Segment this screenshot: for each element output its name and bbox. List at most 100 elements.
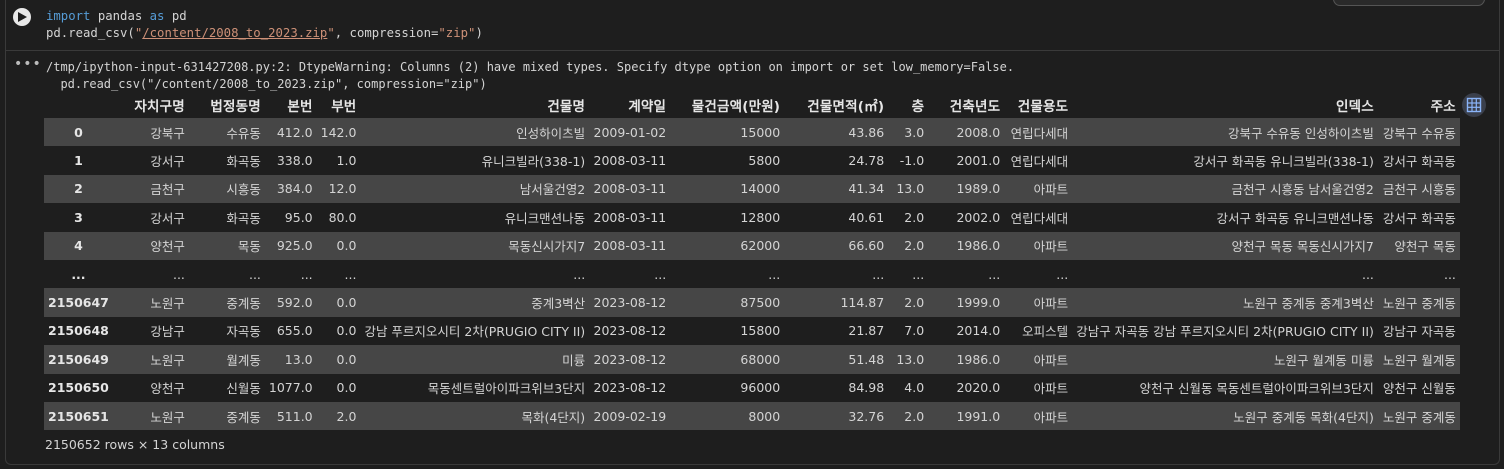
keyword-import: import [46,9,91,23]
table-cell: 0.0 [336,351,357,367]
table-cell: ... [988,266,1001,282]
table-cell: 13.0 [896,181,925,197]
table-cell: 925.0 [276,238,313,254]
row-index: 3 [74,209,83,225]
table-cell: 8000 [748,408,781,424]
table-cell: ... [300,266,313,282]
code-token: " [327,26,335,40]
table-cell: 노원구 중계동 [1382,296,1456,312]
code-token: pandas [90,9,150,23]
table-cell: ... [344,266,357,282]
table-grid-icon[interactable] [1462,93,1486,117]
table-cell: 114.87 [840,295,885,311]
table-cell: 양천구 신월동 [1382,381,1456,397]
table-cell: 연립다세대 [1010,210,1069,226]
dataframe-table: 자치구명 법정동명 본번 부번 건물명 계약일 물건금액(만원) 건물면적(㎡)… [44,92,1460,431]
table-cell: 40.61 [848,209,885,225]
table-row: 2150648 강남구 자곡동 655.0 0.0 강남 푸르지오시티 2차(PRUGIO… [44,316,1460,346]
cell-toolbar[interactable] [1333,0,1485,6]
table-cell: 강남구 자곡동 [1382,324,1456,340]
column-header: 건물용도 [1017,99,1069,115]
table-cell: 24.78 [848,153,885,169]
row-index: 2150650 [48,380,109,396]
table-cell: 62000 [740,238,781,254]
table-row: 2 금천구 시흥동 384.0 12.0 남서울건영2 2008-03-11 14000 41.… [44,174,1460,204]
table-cell: ... [172,266,185,282]
table-cell: 5800 [748,153,781,169]
table-cell: 신월동 [226,381,261,397]
code-editor[interactable]: import pandas as pd pd.read_csv("/conten… [46,8,483,42]
table-cell: ... [1056,266,1069,282]
table-cell: 2.0 [904,238,925,254]
table-cell: 목동센트럴아이파크위브3단지 [427,381,586,397]
table-cell: 12800 [740,209,781,225]
table-cell: ... [872,266,885,282]
table-cell: 화곡동 [226,154,261,170]
more-horizontal-icon[interactable]: ••• [14,56,42,72]
table-cell: 남서울건영2 [519,182,586,198]
table-cell: ... [654,266,667,282]
table-cell: 655.0 [276,323,313,339]
table-cell: 2008-03-11 [593,153,667,169]
table-cell: 오피스텔 [1022,324,1069,340]
table-cell: 13.0 [284,351,313,367]
table-cell: 양천구 [150,239,185,255]
table-cell: 강남 푸르지오시티 2차(PRUGIO CITY II) [364,324,586,340]
table-cell: 연립다세대 [1010,125,1069,141]
table-cell: 아파트 [1033,239,1069,255]
table-cell: 노원구 [150,352,185,368]
table-cell: 미륭 [562,352,586,368]
table-cell: 양천구 목동 [1394,239,1456,255]
table-cell: 1989.0 [956,181,1001,197]
table-cell: 2008-03-11 [593,181,667,197]
table-cell: 0.0 [336,380,357,396]
table-cell: 2002.0 [956,209,1001,225]
table-cell: 3.0 [904,124,925,140]
column-header: 법정동명 [210,99,261,115]
table-row: 1 강서구 화곡동 338.0 1.0 유니크빌라(338-1) 2008-03-11 580… [44,146,1460,175]
table-cell: 아파트 [1033,352,1069,368]
table-cell: 노원구 중계동 중계3벽산 [1242,296,1374,312]
table-cell: 14000 [740,181,781,197]
table-cell: 68000 [740,351,781,367]
table-cell: 84.98 [848,380,885,396]
table-cell: 96000 [740,380,781,396]
column-header: 건축년도 [949,99,1001,115]
row-index: 4 [74,238,83,254]
table-row: 2150651 노원구 중계동 511.0 2.0 목화(4단지) 2009-02-19 80… [44,401,1460,431]
column-header: 건물면적(㎡) [807,99,885,115]
table-cell: 384.0 [276,181,313,197]
row-index: 2 [74,181,83,197]
table-cell: 2.0 [336,408,357,424]
table-cell: 강서구 화곡동 [1382,154,1456,170]
table-cell: 0.0 [336,295,357,311]
table-cell: 15800 [740,323,781,339]
table-cell: 51.48 [848,351,885,367]
column-header: 부번 [331,99,357,115]
table-cell: 511.0 [276,408,313,424]
column-header: 인덱스 [1336,99,1374,115]
table-cell: 화곡동 [226,210,261,226]
table-cell: 21.87 [848,323,885,339]
table-cell: 금천구 시흥동 [1382,182,1456,198]
row-count-footer: 2150652 rows × 13 columns [45,437,225,452]
table-row: 2150649 노원구 월계동 13.0 0.0 미륭 2023-08-12 68000 51.… [44,345,1460,374]
table-cell: 자곡동 [226,324,261,340]
table-row: 2150647 노원구 중계동 592.0 0.0 중계3벽산 2023-08-12 8750… [44,288,1460,317]
table-cell: 유니크맨션나동 [504,210,586,226]
table-row: 2150650 양천구 신월동 1077.0 0.0 목동센트럴아이파크위브3단지 2023… [44,373,1460,402]
table-cell: 아파트 [1033,381,1069,397]
table-cell: 양천구 [150,381,185,397]
table-cell: 강서구 [150,210,185,226]
code-line-1: import pandas as pd [46,9,187,23]
run-cell-button[interactable] [13,8,31,26]
table-cell: 32.76 [848,408,885,424]
table-cell: 유니크빌라(338-1) [481,154,586,170]
table-cell: 15000 [740,124,781,140]
row-index: 2150651 [48,408,109,424]
table-cell: 412.0 [276,124,313,140]
table-cell: 2023-08-12 [593,323,667,339]
table-cell: ... [768,266,781,282]
table-cell: 2008-03-11 [593,209,667,225]
file-path-link[interactable]: /content/2008_to_2023.zip [142,26,327,40]
